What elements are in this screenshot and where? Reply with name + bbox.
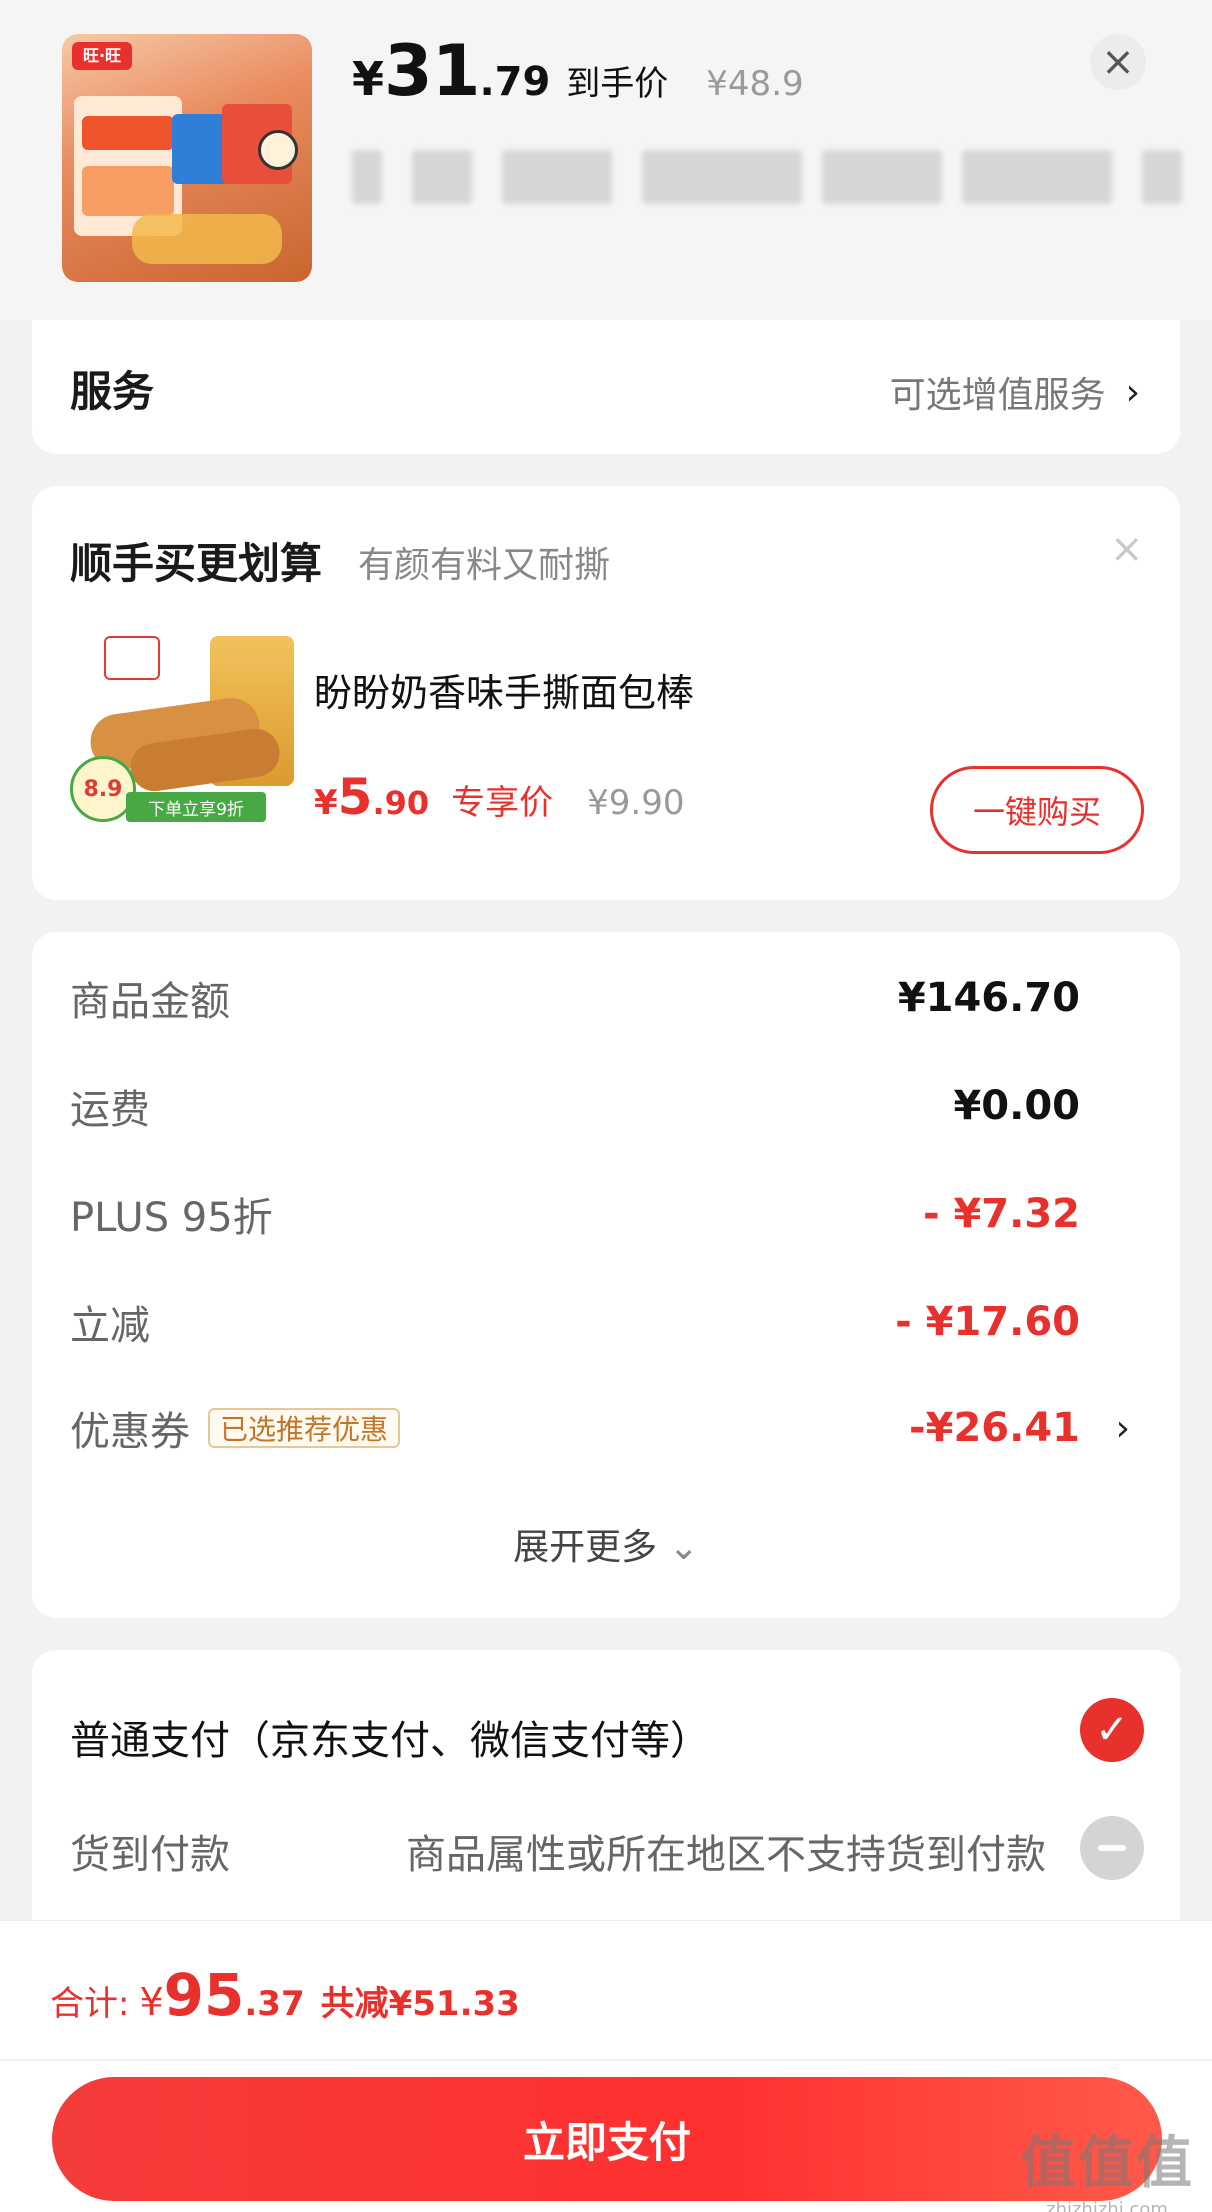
summary-label: 运费 [70, 1087, 150, 1133]
summary-label: 立减 [70, 1303, 150, 1349]
exclusive-price-label: 专享价 [451, 783, 554, 823]
upsell-product-image[interactable]: 8.9 下单立享9折 [70, 636, 302, 826]
summary-row: 运费 ¥0.00 [70, 1076, 1130, 1136]
summary-value: -¥26.41 [909, 1405, 1080, 1451]
blurred-product-spec [352, 150, 1182, 204]
price-integer: 5 [337, 768, 373, 826]
price-tag-label: 到手价 [566, 64, 669, 104]
price-decimal: .79 [479, 59, 551, 105]
close-icon[interactable]: × [1110, 526, 1144, 572]
coupon-row[interactable]: 优惠券 已选推荐优惠 -¥26.41 › [70, 1398, 1130, 1458]
upsell-subtitle: 有颜有料又耐撕 [358, 545, 611, 586]
pay-now-button[interactable]: 立即支付 [52, 2077, 1162, 2201]
summary-value: - ¥17.60 [895, 1299, 1080, 1345]
payment-option-cod: 货到付款 [70, 1832, 230, 1878]
final-price: ¥ 31 .79 到手价 ¥48.9 [352, 30, 804, 120]
summary-label: 优惠券 [70, 1409, 190, 1455]
service-card[interactable]: 服务 可选增值服务 › [32, 320, 1180, 454]
currency-symbol: ¥ [314, 783, 338, 823]
disabled-radio-icon [1080, 1816, 1144, 1880]
original-price: ¥48.9 [706, 64, 804, 104]
order-total: 合计: ¥ 95 .37 共减¥51.33 [50, 1961, 520, 2029]
upsell-item-name[interactable]: 盼盼奶香味手撕面包棒 [314, 662, 694, 717]
cod-unsupported-note: 商品属性或所在地区不支持货到付款 [406, 1832, 1046, 1878]
expand-more-label: 展开更多 [513, 1527, 658, 1568]
value-added-service-label: 可选增值服务 [889, 375, 1106, 416]
upsell-price: ¥ 5 .90 专享价 ¥9.90 [314, 768, 685, 826]
ribbon-graphic [132, 214, 282, 264]
service-title: 服务 [70, 367, 155, 416]
price-integer: 31 [384, 30, 480, 112]
product-header: 旺·旺 ¥ 31 .79 到手价 ¥48.9 × [0, 0, 1212, 320]
summary-row: 立减 - ¥17.60 [70, 1292, 1130, 1352]
watermark-url: zhizhizhi.com [1046, 2199, 1168, 2212]
product-thumbnail[interactable]: 旺·旺 [62, 34, 312, 282]
expand-more-button[interactable]: 展开更多 ⌄ [32, 1518, 1180, 1570]
chevron-right-icon: › [1115, 1407, 1130, 1449]
summary-label: 商品金额 [70, 979, 230, 1025]
summary-row: 商品金额 ¥146.70 [70, 968, 1130, 1028]
total-saved: 共减¥51.33 [320, 1984, 520, 2024]
currency-symbol: ¥ [352, 52, 385, 106]
upsell-title: 顺手买更划算 [70, 539, 323, 588]
promo-text-badge: 下单立享9折 [126, 792, 266, 822]
total-decimal: .37 [244, 1984, 305, 2024]
brand-logo [104, 636, 160, 680]
one-click-buy-button[interactable]: 一键购买 [930, 766, 1144, 854]
chevron-right-icon: › [1125, 371, 1140, 413]
summary-value: ¥146.70 [897, 975, 1080, 1021]
order-summary-card: 商品金额 ¥146.70 运费 ¥0.00 PLUS 95折 - ¥7.32 立… [32, 932, 1180, 1618]
price-decimal: .90 [372, 784, 430, 822]
watermark-logo: 值值值 [1020, 2131, 1194, 2196]
payment-method-card: 普通支付（京东支付、微信支付等） ✓ 货到付款 商品属性或所在地区不支持货到付款 [32, 1650, 1180, 1930]
checkmark-icon[interactable]: ✓ [1080, 1698, 1144, 1762]
total-label: 合计: [50, 1984, 130, 2024]
mascot-graphic [258, 130, 298, 170]
summary-value: ¥0.00 [953, 1083, 1080, 1129]
site-watermark: 值值值 zhizhizhi.com [1020, 2118, 1194, 2212]
summary-value: - ¥7.32 [922, 1191, 1080, 1237]
brand-logo: 旺·旺 [72, 42, 132, 70]
payment-option-normal[interactable]: 普通支付（京东支付、微信支付等） [70, 1708, 710, 1766]
close-icon[interactable]: × [1090, 34, 1146, 90]
coupon-tag: 已选推荐优惠 [208, 1408, 401, 1448]
chevron-down-icon: ⌄ [668, 1527, 699, 1568]
upsell-card: 顺手买更划算 有颜有料又耐撕 × 8.9 下单立享9折 盼盼奶香味手撕面包棒 ¥… [32, 486, 1180, 900]
brand-logo-text: 旺·旺 [82, 46, 122, 65]
summary-label: PLUS 95折 [70, 1195, 273, 1241]
total-integer: 95 [163, 1961, 245, 2029]
divider [0, 2059, 1212, 2061]
summary-row: PLUS 95折 - ¥7.32 [70, 1184, 1130, 1244]
currency-symbol: ¥ [139, 1980, 164, 2024]
original-price: ¥9.90 [587, 783, 685, 823]
value-added-service-link[interactable]: 可选增值服务 › [890, 366, 1140, 418]
